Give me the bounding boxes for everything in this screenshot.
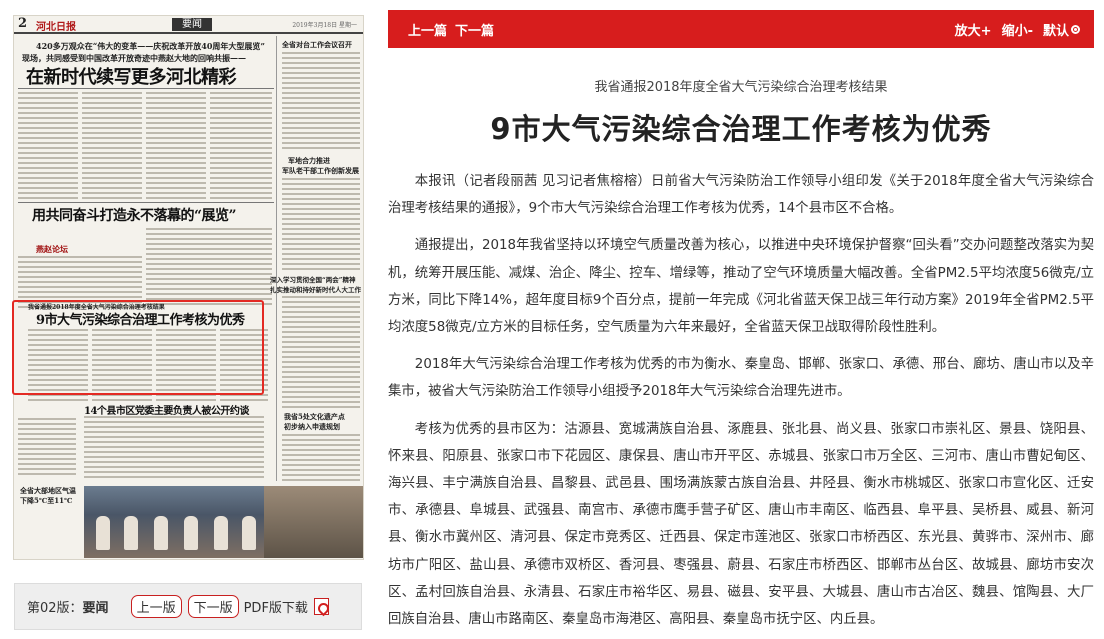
article-body: 本报讯（记者段丽茜 见习记者焦榕榕）日前省大气污染防治工作领导小组印发《关于20… xyxy=(388,168,1094,639)
next-article-link[interactable]: 下一篇 xyxy=(455,20,494,39)
prev-edition-button[interactable]: 上一版 xyxy=(130,595,182,618)
article-title: 9市大气污染综合治理工作考核为优秀 xyxy=(490,112,992,146)
newspaper-text-column xyxy=(146,92,206,202)
newspaper-text-column xyxy=(282,296,360,411)
newspaper-side-headline[interactable]: 全省大部地区气温 xyxy=(20,486,76,496)
newspaper-page-image[interactable]: 2 河北日报 要闻 2019年3月18日 星期一 420多万观众在“伟大的变革—… xyxy=(13,15,364,560)
newspaper-text-column xyxy=(282,52,360,152)
selected-article-highlight[interactable] xyxy=(12,300,264,395)
newspaper-side-headline[interactable]: 全省对台工作会议召开 xyxy=(282,40,352,50)
newspaper-panel: 2 河北日报 要闻 2019年3月18日 星期一 420多万观众在“伟大的变革—… xyxy=(0,0,375,639)
newspaper-side-headline[interactable]: 初步纳入申遗规划 xyxy=(284,422,340,432)
article-toolbar: 上一篇 下一篇 放大+ 缩小- 默认 xyxy=(388,10,1094,48)
newspaper-mid-headline[interactable]: 用共同奋斗打造永不落幕的“展览” xyxy=(32,205,237,225)
app-root: 2 河北日报 要闻 2019年3月18日 星期一 420多万观众在“伟大的变革—… xyxy=(0,0,1104,639)
next-edition-button[interactable]: 下一版 xyxy=(187,595,239,618)
newspaper-side-headline[interactable]: 深入学习贯彻全国“两会”精神 xyxy=(270,274,355,284)
divider xyxy=(18,202,274,203)
newspaper-side-headline[interactable]: 军地合力推进 xyxy=(288,156,330,166)
article-paragraph: 通报提出，2018年我省坚持以环境空气质量改善为核心，以推进中央环境保护督察“回… xyxy=(388,238,1094,336)
article-paragraph: 2018年大气污染综合治理工作考核为优秀的市为衡水、秦皇岛、邯郸、张家口、承德、… xyxy=(388,357,1094,400)
newspaper-column-sign: 燕赵论坛 xyxy=(36,244,68,254)
newspaper-top-kicker: 420多万观众在“伟大的变革——庆祝改革开放40周年大型展览” xyxy=(36,41,266,51)
newspaper-masthead: 河北日报 xyxy=(36,22,76,33)
prev-article-link[interactable]: 上一篇 xyxy=(408,20,447,39)
newspaper-text-column xyxy=(146,228,272,311)
newspaper-side-headline[interactable]: 扎实推动和持好新时代人大工作 xyxy=(270,284,361,294)
reset-circle-icon xyxy=(1071,24,1080,34)
edition-label: 第02版：要闻 xyxy=(27,601,109,616)
article-panel: 上一篇 下一篇 放大+ 缩小- 默认 我省通报2018年度全省大气污染综合治理考… xyxy=(388,10,1094,639)
newspaper-photo xyxy=(264,486,363,558)
newspaper-text-column xyxy=(282,178,360,273)
pdf-download-link[interactable]: PDF版下载 xyxy=(244,597,308,616)
newspaper-header: 2 河北日报 要闻 2019年3月18日 星期一 xyxy=(14,16,363,34)
default-size-label: 默认 xyxy=(1042,23,1069,39)
newspaper-top-headline[interactable]: 在新时代续写更多河北精彩 xyxy=(26,63,237,89)
column-divider xyxy=(276,36,277,481)
newspaper-text-column xyxy=(18,92,78,202)
newspaper-text-column xyxy=(82,92,142,202)
zoom-out-button[interactable]: 缩小- xyxy=(1002,20,1033,39)
default-size-button[interactable]: 默认 xyxy=(1043,20,1080,39)
newspaper-text-column xyxy=(84,416,264,482)
newspaper-text-column xyxy=(210,92,272,202)
divider xyxy=(18,88,274,89)
newspaper-side-headline[interactable]: 下降5℃至11℃ xyxy=(20,496,72,506)
newspaper-bottom-headline[interactable]: 14个县市区党委主要负责人被公开约谈 xyxy=(84,402,249,417)
newspaper-side-headline[interactable]: 我省5处文化遗产点 xyxy=(284,412,345,422)
newspaper-text-column xyxy=(282,434,360,482)
newspaper-side-headline[interactable]: 军队老干部工作创新发展 xyxy=(282,166,359,176)
newspaper-date: 2019年3月18日 星期一 xyxy=(292,22,357,29)
article-subtitle: 我省通报2018年度全省大气污染综合治理考核结果 xyxy=(594,80,888,95)
newspaper-page-number: 2 xyxy=(18,16,28,31)
article-paragraph: 考核为优秀的县市区为：沽源县、宽城满族自治县、涿鹿县、张北县、尚义县、张家口市崇… xyxy=(388,421,1094,628)
article-paragraph: 本报讯（记者段丽茜 见习记者焦榕榕）日前省大气污染防治工作领导小组印发《关于20… xyxy=(388,174,1094,217)
newspaper-photo xyxy=(84,486,264,558)
newspaper-section-tag: 要闻 xyxy=(172,18,212,31)
pdf-icon[interactable] xyxy=(313,598,329,615)
zoom-in-button[interactable]: 放大+ xyxy=(955,20,992,39)
edition-pager: 第02版：要闻 上一版 下一版 PDF版下载 xyxy=(14,583,362,630)
